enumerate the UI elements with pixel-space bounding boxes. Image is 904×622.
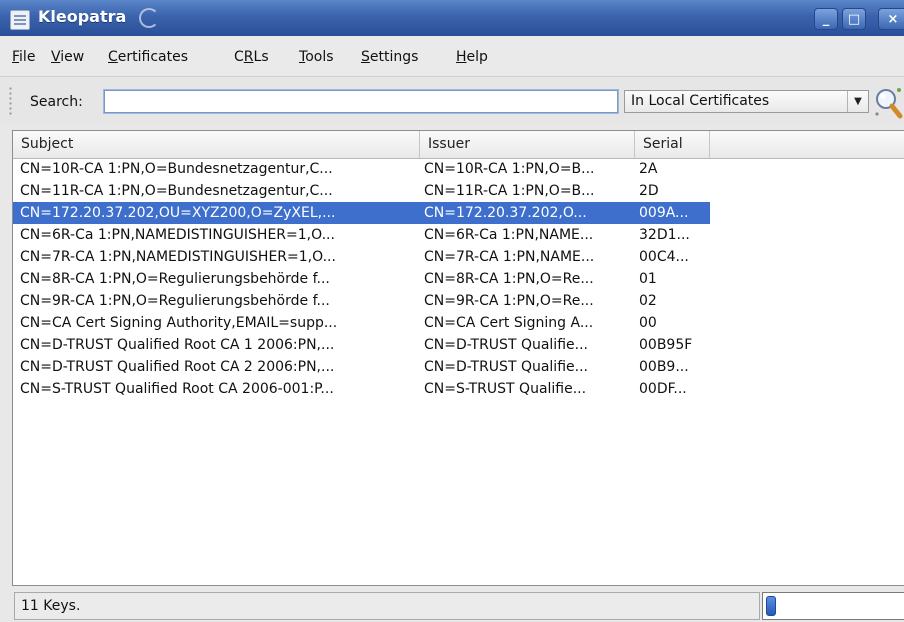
cell-issuer: CN=6R-Ca 1:PN,NAME... xyxy=(424,227,594,243)
menu-bar: File View Certificates CRLs Tools Settin… xyxy=(0,36,904,77)
cell-subject: CN=6R-Ca 1:PN,NAMEDISTINGUISHER=1,O... xyxy=(20,227,335,243)
cell-serial: 00B9... xyxy=(639,359,689,375)
cell-issuer: CN=8R-CA 1:PN,O=Re... xyxy=(424,271,594,287)
cell-issuer: CN=CA Cert Signing A... xyxy=(424,315,594,331)
table-row[interactable]: CN=10R-CA 1:PN,O=Bundesnetzagentur,C... C… xyxy=(13,158,904,180)
cell-subject: CN=172.20.37.202,OU=XYZ200,O=ZyXEL,... xyxy=(20,205,336,221)
search-scope-value: In Local Certificates xyxy=(631,93,770,109)
table-row[interactable]: CN=D-TRUST Qualified Root CA 1 2006:PN,.… xyxy=(13,334,904,356)
cell-serial: 32D1... xyxy=(639,227,690,243)
toolbar-grip-handle[interactable] xyxy=(8,86,13,116)
close-icon: × xyxy=(887,12,899,27)
menu-view[interactable]: View xyxy=(51,49,84,65)
cell-serial: 2A xyxy=(639,161,658,177)
status-text: 11 Keys. xyxy=(14,592,760,620)
cell-subject: CN=8R-CA 1:PN,O=Regulierungsbehörde f... xyxy=(20,271,330,287)
cell-issuer: CN=172.20.37.202,O... xyxy=(424,205,587,221)
cell-serial: 00B95F xyxy=(639,337,693,353)
cell-subject: CN=9R-CA 1:PN,O=Regulierungsbehörde f... xyxy=(20,293,330,309)
search-icon[interactable] xyxy=(872,86,904,120)
table-row[interactable]: CN=D-TRUST Qualified Root CA 2 2006:PN,.… xyxy=(13,356,904,378)
menu-file[interactable]: File xyxy=(12,49,35,65)
cell-subject: CN=S-TRUST Qualified Root CA 2006-001:P.… xyxy=(20,381,334,397)
certificate-table[interactable]: Subject Issuer Serial CN=10R-CA 1:PN,O=B… xyxy=(12,130,904,586)
cell-serial: 00C4... xyxy=(639,249,689,265)
menu-help[interactable]: Help xyxy=(456,49,488,65)
cell-serial: 2D xyxy=(639,183,659,199)
app-icon xyxy=(10,10,30,30)
cell-subject: CN=7R-CA 1:PN,NAMEDISTINGUISHER=1,O... xyxy=(20,249,336,265)
table-row[interactable]: CN=CA Cert Signing Authority,EMAIL=supp.… xyxy=(13,312,904,334)
title-swirl-icon xyxy=(139,8,159,28)
table-body: CN=10R-CA 1:PN,O=Bundesnetzagentur,C... C… xyxy=(13,158,904,400)
cell-issuer: CN=7R-CA 1:PN,NAME... xyxy=(424,249,595,265)
table-row[interactable]: CN=172.20.37.202,OU=XYZ200,O=ZyXEL,... CN… xyxy=(13,202,710,224)
column-header-subject[interactable]: Subject xyxy=(13,131,420,158)
menu-tools[interactable]: Tools xyxy=(299,49,334,65)
cell-subject: CN=CA Cert Signing Authority,EMAIL=supp.… xyxy=(20,315,338,331)
cell-serial: 00 xyxy=(639,315,657,331)
cell-serial: 01 xyxy=(639,271,657,287)
maximize-button[interactable]: □ xyxy=(842,8,866,30)
cell-issuer: CN=S-TRUST Qualifie... xyxy=(424,381,587,397)
cell-subject: CN=D-TRUST Qualified Root CA 1 2006:PN,.… xyxy=(20,337,335,353)
search-toolbar: Search: In Local Certificates ▼ xyxy=(0,78,904,124)
menu-certificates[interactable]: Certificates xyxy=(108,49,188,65)
search-input[interactable] xyxy=(103,89,619,114)
menu-crls[interactable]: CRLs xyxy=(234,49,269,65)
close-button[interactable]: × xyxy=(878,8,904,30)
cell-issuer: CN=D-TRUST Qualifie... xyxy=(424,359,588,375)
cell-issuer: CN=10R-CA 1:PN,O=B... xyxy=(424,161,595,177)
table-row[interactable]: CN=11R-CA 1:PN,O=Bundesnetzagentur,C... C… xyxy=(13,180,904,202)
title-bar[interactable]: Kleopatra _ □ × xyxy=(0,0,904,36)
maximize-icon: □ xyxy=(847,12,861,27)
cell-issuer: CN=D-TRUST Qualifie... xyxy=(424,337,588,353)
kleopatra-window: Kleopatra _ □ × File View Certificates C… xyxy=(0,0,904,622)
minimize-button[interactable]: _ xyxy=(814,8,838,30)
progress-bar xyxy=(762,592,904,620)
column-header-serial[interactable]: Serial xyxy=(635,131,710,158)
table-row[interactable]: CN=9R-CA 1:PN,O=Regulierungsbehörde f...… xyxy=(13,290,904,312)
chevron-down-icon[interactable]: ▼ xyxy=(847,91,868,112)
cell-subject: CN=10R-CA 1:PN,O=Bundesnetzagentur,C... xyxy=(20,161,333,177)
menu-settings[interactable]: Settings xyxy=(361,49,418,65)
table-row[interactable]: CN=8R-CA 1:PN,O=Regulierungsbehörde f...… xyxy=(13,268,904,290)
cell-issuer: CN=11R-CA 1:PN,O=B... xyxy=(424,183,595,199)
cell-issuer: CN=9R-CA 1:PN,O=Re... xyxy=(424,293,594,309)
cell-subject: CN=11R-CA 1:PN,O=Bundesnetzagentur,C... xyxy=(20,183,333,199)
minimize-icon: _ xyxy=(822,12,830,27)
cell-serial: 00DF... xyxy=(639,381,687,397)
search-label: Search: xyxy=(30,94,83,110)
window-title: Kleopatra xyxy=(38,7,127,26)
status-bar: 11 Keys. xyxy=(0,588,904,622)
column-header-issuer[interactable]: Issuer xyxy=(420,131,635,158)
table-row[interactable]: CN=6R-Ca 1:PN,NAMEDISTINGUISHER=1,O... CN… xyxy=(13,224,904,246)
search-scope-select[interactable]: In Local Certificates ▼ xyxy=(624,90,869,113)
table-row[interactable]: CN=S-TRUST Qualified Root CA 2006-001:P.… xyxy=(13,378,904,400)
table-row[interactable]: CN=7R-CA 1:PN,NAMEDISTINGUISHER=1,O... CN… xyxy=(13,246,904,268)
cell-serial: 009A... xyxy=(639,205,689,221)
table-header: Subject Issuer Serial xyxy=(13,131,904,159)
cell-serial: 02 xyxy=(639,293,657,309)
cell-subject: CN=D-TRUST Qualified Root CA 2 2006:PN,.… xyxy=(20,359,335,375)
progress-indicator xyxy=(766,596,776,616)
